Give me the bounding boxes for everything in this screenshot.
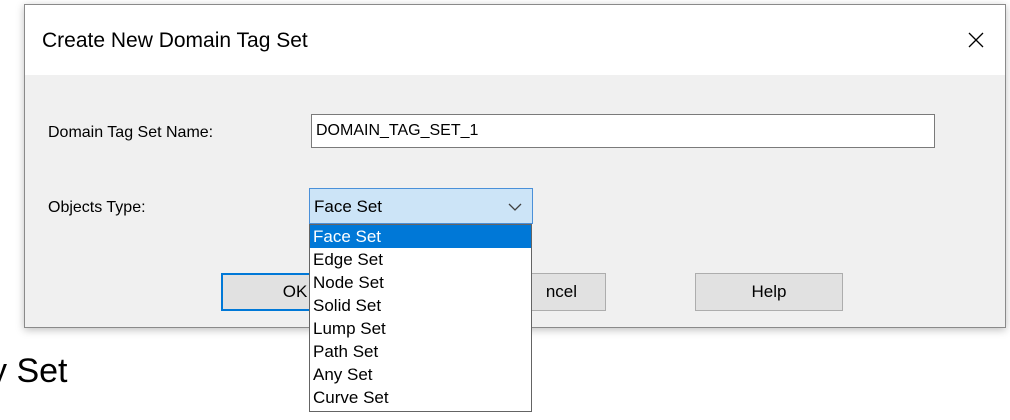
- help-button[interactable]: Help: [695, 273, 843, 311]
- dropdown-option-solid-set[interactable]: Solid Set: [310, 294, 531, 317]
- domain-tag-set-name-input[interactable]: [311, 114, 935, 148]
- objects-type-select[interactable]: Face Set: [309, 188, 533, 224]
- dropdown-option-any-set[interactable]: Any Set: [310, 363, 531, 386]
- dropdown-option-face-set[interactable]: Face Set: [310, 225, 531, 248]
- dialog-titlebar: Create New Domain Tag Set: [25, 5, 1005, 75]
- chevron-down-icon: [508, 203, 522, 211]
- objects-type-dropdown-list: Face Set Edge Set Node Set Solid Set Lum…: [309, 224, 532, 412]
- close-button[interactable]: [947, 5, 1005, 75]
- objects-type-label: Objects Type:: [48, 199, 146, 216]
- dropdown-option-curve-set[interactable]: Curve Set: [310, 386, 531, 409]
- close-icon: [968, 32, 984, 48]
- dialog-title: Create New Domain Tag Set: [42, 29, 308, 52]
- background-window-text: y Set: [0, 352, 68, 390]
- dropdown-option-path-set[interactable]: Path Set: [310, 340, 531, 363]
- objects-type-selected-value: Face Set: [314, 197, 383, 216]
- dropdown-option-node-set[interactable]: Node Set: [310, 271, 531, 294]
- screen: y Set Create New Domain Tag Set Domain T…: [0, 0, 1010, 420]
- domain-tag-set-name-label: Domain Tag Set Name:: [48, 124, 214, 141]
- dropdown-option-edge-set[interactable]: Edge Set: [310, 248, 531, 271]
- dropdown-option-lump-set[interactable]: Lump Set: [310, 317, 531, 340]
